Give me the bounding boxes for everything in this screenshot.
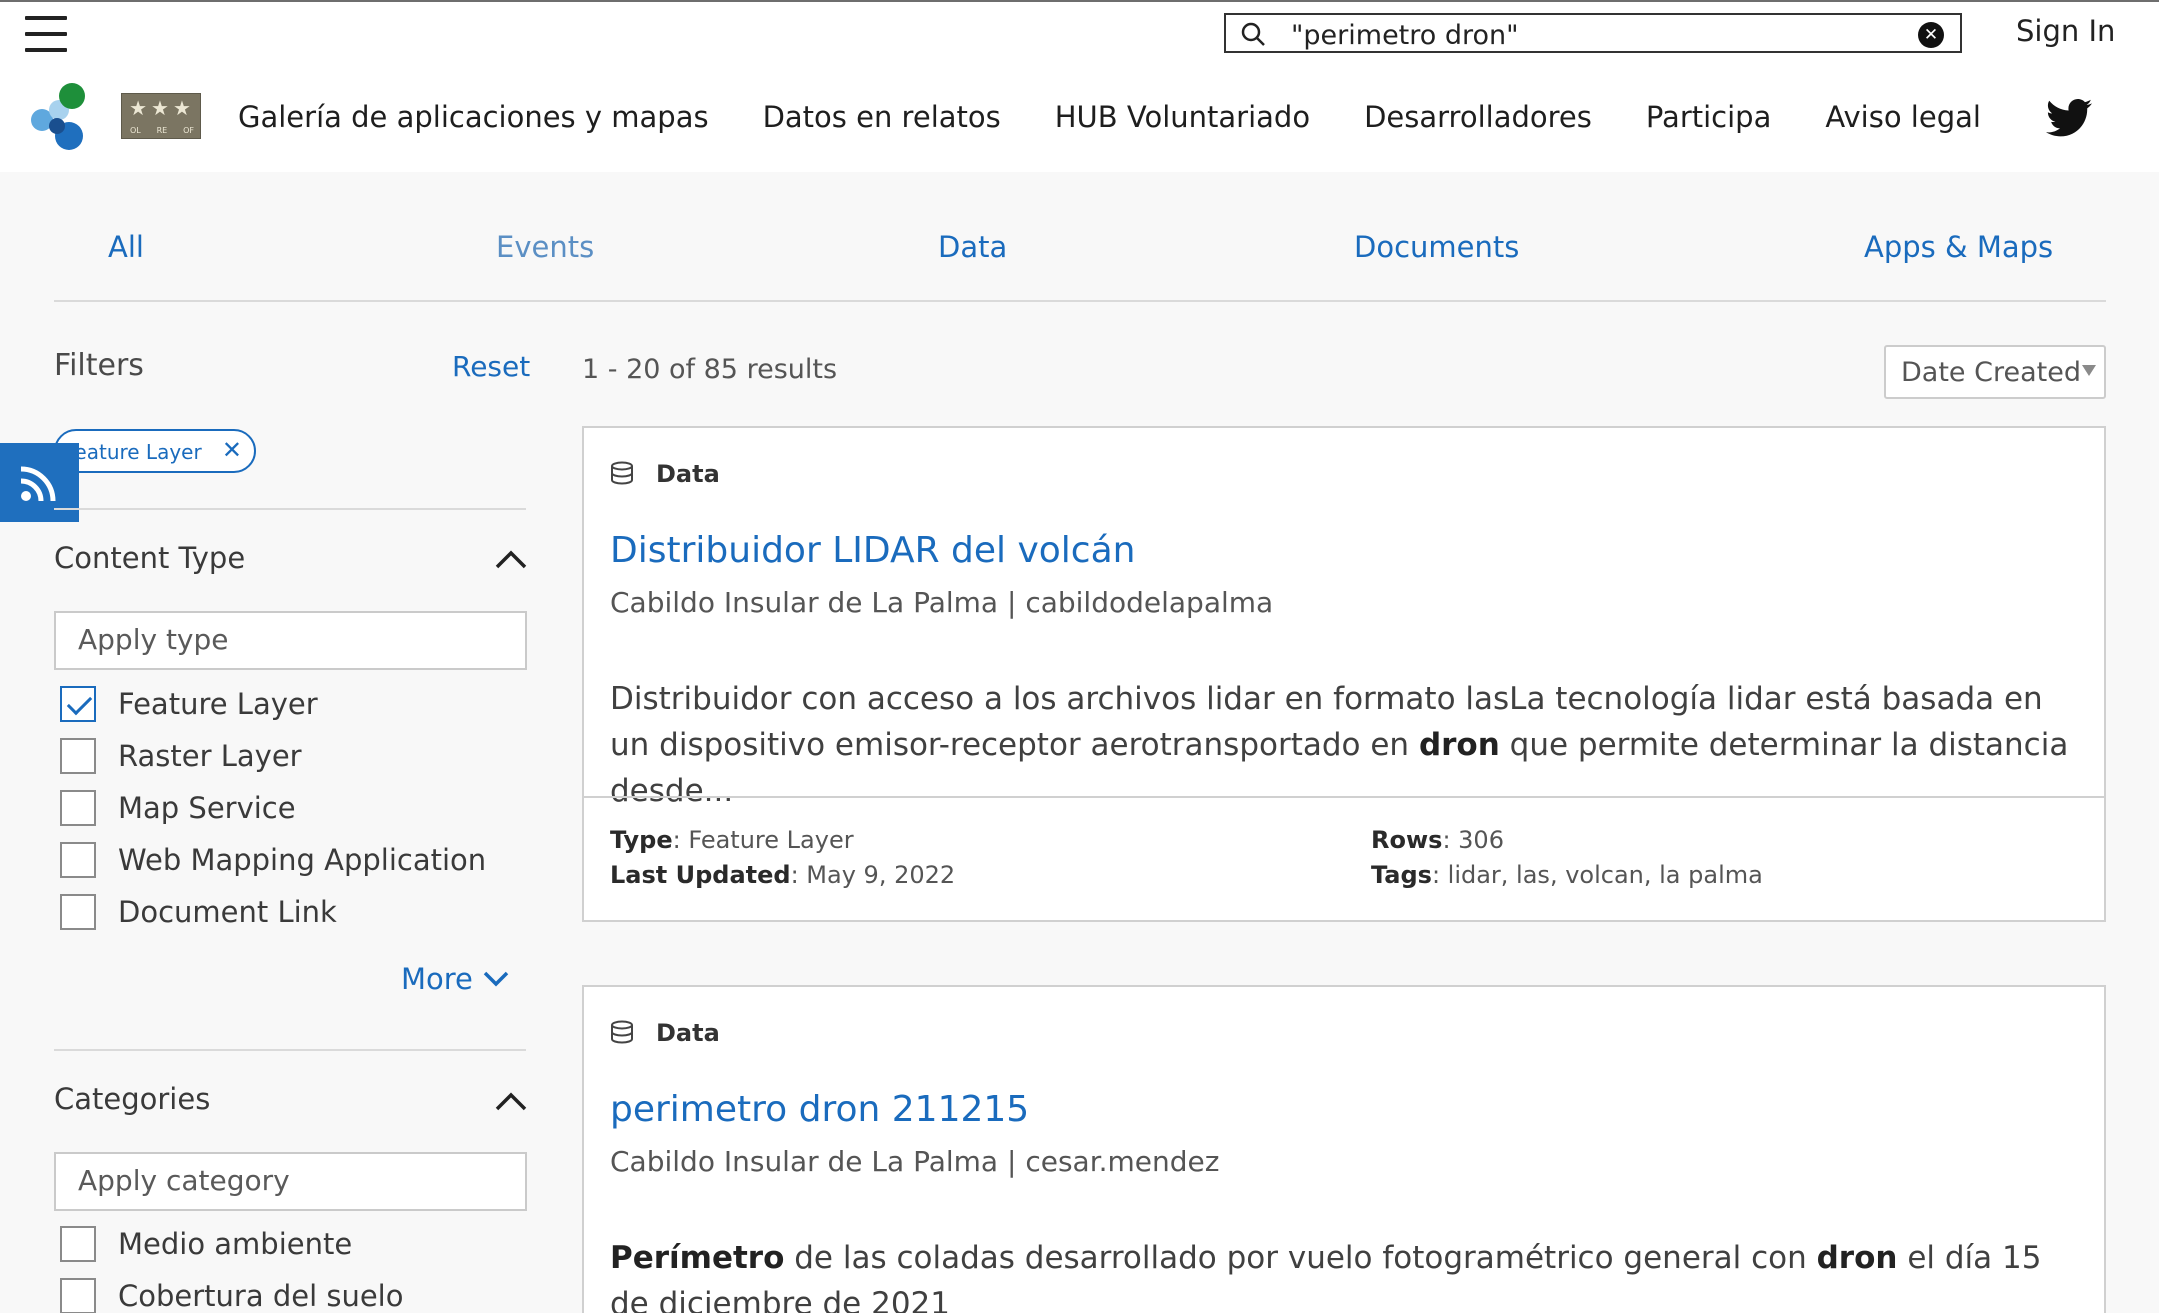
chip-label: Feature Layer [64,440,202,464]
caret-down-icon [2082,365,2096,376]
chevron-up-icon[interactable] [494,548,528,570]
tab-events[interactable]: Events [496,230,594,264]
chevron-down-icon [483,971,509,987]
more-label: More [401,962,473,996]
database-icon [611,461,633,485]
item-type: Data [656,460,720,488]
result-meta: Type: Feature Layer Last Updated: May 9,… [584,796,2104,920]
hamburger-menu-icon[interactable] [25,16,69,52]
rss-feed-button[interactable] [0,443,79,522]
site-header: "perimetro dron" ✕ Sign In ★★★ OL RE OF … [0,2,2159,172]
sign-in-link[interactable]: Sign In [2016,14,2115,48]
checkbox-label: Cobertura del suelo [118,1279,404,1313]
remove-filter-icon[interactable]: ✕ [222,436,242,464]
meta-type: Type: Feature Layer [610,826,854,854]
filter-document-link[interactable]: Document Link [60,894,337,930]
checkbox-label: Web Mapping Application [118,843,487,877]
filter-cobertura-suelo[interactable]: Cobertura del suelo [60,1278,403,1313]
rss-icon [20,466,56,502]
filter-raster-layer[interactable]: Raster Layer [60,738,302,774]
open-data-badge: ★★★ OL RE OF [121,93,201,139]
content-type-heading: Content Type [54,541,246,575]
checkbox[interactable] [60,1278,96,1313]
results-count: 1 - 20 of 85 results [582,354,838,385]
sort-value: Date Created [1901,357,2081,388]
result-title-link[interactable]: perimetro dron 211215 [610,1089,1029,1130]
search-query[interactable]: "perimetro dron" [1291,20,1519,51]
result-card: Data Distribuidor LIDAR del volcán Cabil… [582,426,2106,922]
reset-filters-button[interactable]: Reset [452,350,530,383]
more-types-button[interactable]: More [401,962,509,996]
result-description: Perímetro de las coladas desarrollado po… [610,1240,2042,1313]
checkbox[interactable] [60,738,96,774]
result-description: Distribuidor con acceso a los archivos l… [610,681,2069,809]
nav-galeria[interactable]: Galería de aplicaciones y mapas [238,100,709,134]
result-owner: Cabildo Insular de La Palma | cesar.mend… [610,1145,1220,1178]
divider [54,508,526,510]
meta-rows: Rows: 306 [1371,826,1504,854]
tab-data[interactable]: Data [938,230,1007,264]
result-tabs: All Events Data Documents Apps & Maps [54,230,2106,302]
nav-aviso-legal[interactable]: Aviso legal [1825,100,1981,134]
checkbox[interactable] [60,1226,96,1262]
checkbox[interactable] [60,894,96,930]
checkbox[interactable] [60,842,96,878]
badge-label: OF [183,126,195,135]
checkbox-label: Map Service [118,791,296,825]
meta-last-updated: Last Updated: May 9, 2022 [610,861,956,889]
checkbox[interactable] [60,686,96,722]
badge-label: RE [156,126,168,135]
search-icon [1241,22,1265,46]
nav-datos-relatos[interactable]: Datos en relatos [763,100,1001,134]
filters-heading: Filters [54,348,144,383]
nav-desarrolladores[interactable]: Desarrolladores [1364,100,1592,134]
badge-stars: ★★★ [129,96,195,120]
clear-search-icon[interactable]: ✕ [1918,22,1944,48]
twitter-icon[interactable] [2046,98,2092,138]
filter-web-mapping-application[interactable]: Web Mapping Application [60,842,486,878]
result-owner: Cabildo Insular de La Palma | cabildodel… [610,586,1274,619]
chevron-up-icon[interactable] [494,1090,528,1112]
filter-feature-layer[interactable]: Feature Layer [60,686,318,722]
tab-all[interactable]: All [108,230,144,264]
result-card: Data perimetro dron 211215 Cabildo Insul… [582,985,2106,1313]
filter-medio-ambiente[interactable]: Medio ambiente [60,1226,352,1262]
checkbox-label: Feature Layer [118,687,318,721]
site-logo[interactable] [28,82,92,152]
item-type: Data [656,1019,720,1047]
tab-apps-maps[interactable]: Apps & Maps [1864,230,2053,264]
nav-hub-voluntariado[interactable]: HUB Voluntariado [1055,100,1310,134]
meta-tags: Tags: lidar, las, volcan, la palma [1371,861,1763,889]
checkbox-label: Raster Layer [118,739,302,773]
filter-map-service[interactable]: Map Service [60,790,296,826]
apply-category-input[interactable]: Apply category [54,1152,527,1211]
sort-select[interactable]: Date Created [1884,345,2106,399]
divider [54,1049,526,1051]
checkbox-label: Medio ambiente [118,1227,353,1261]
tab-documents[interactable]: Documents [1354,230,1519,264]
checkbox-label: Document Link [118,895,337,929]
active-filter-chip[interactable]: Feature Layer ✕ [54,429,256,473]
search-input[interactable]: "perimetro dron" ✕ [1224,13,1962,53]
checkbox[interactable] [60,790,96,826]
result-title-link[interactable]: Distribuidor LIDAR del volcán [610,530,1135,571]
nav-participa[interactable]: Participa [1646,100,1772,134]
categories-heading: Categories [54,1082,211,1116]
apply-type-input[interactable]: Apply type [54,611,527,670]
database-icon [611,1020,633,1044]
badge-label: OL [129,126,141,135]
main-nav: Galería de aplicaciones y mapas Datos en… [238,100,1981,134]
